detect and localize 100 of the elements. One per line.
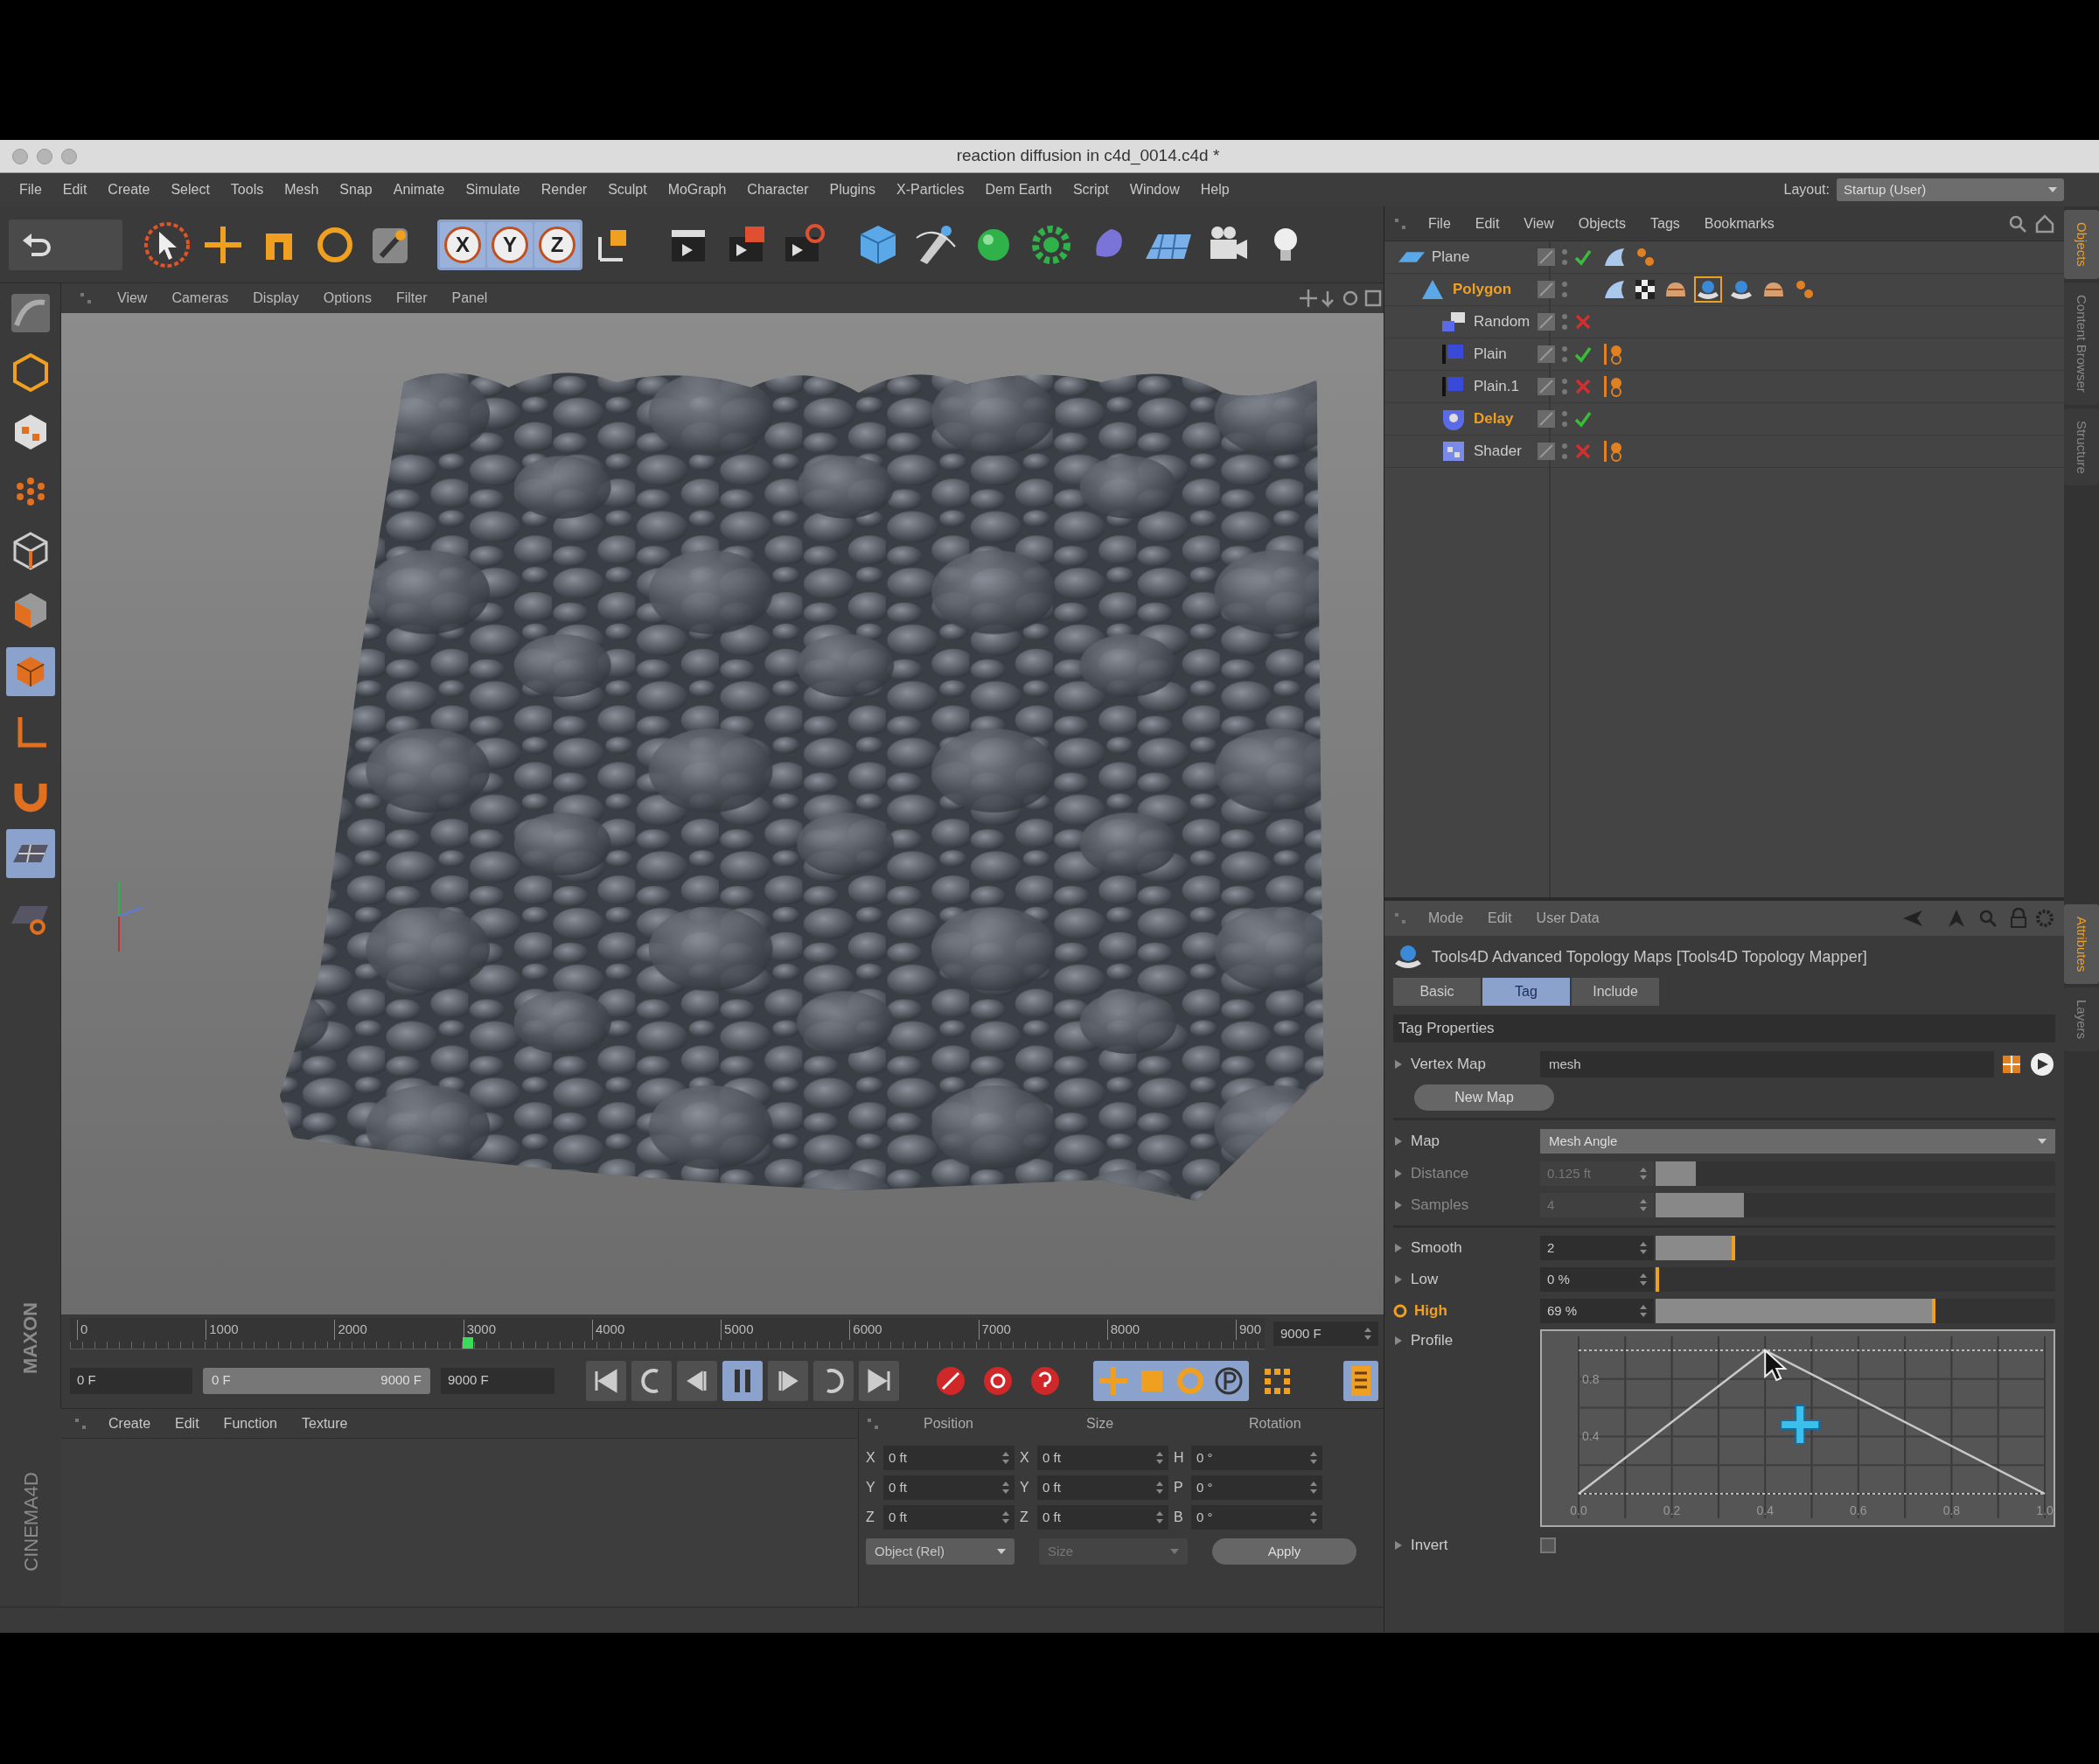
menu-item[interactable]: Tags — [1638, 213, 1692, 234]
expand-arrow-icon[interactable] — [1393, 1199, 1404, 1211]
menu-item[interactable]: Simulate — [455, 179, 531, 200]
preview-range-field[interactable]: 0 F 9000 F — [203, 1367, 430, 1394]
axis-lock-button[interactable]: Y — [487, 221, 533, 268]
menu-item[interactable]: Options — [310, 288, 384, 309]
menu-item[interactable]: Mode — [1416, 908, 1476, 929]
expand-arrow-icon[interactable] — [1393, 1135, 1404, 1147]
layer-checkbox-icon[interactable] — [1537, 248, 1556, 267]
slider-track[interactable] — [1656, 1267, 2055, 1292]
check-icon[interactable] — [1573, 248, 1593, 267]
menu-item[interactable]: Edit — [52, 179, 98, 200]
go-to-start-icon[interactable] — [586, 1360, 626, 1401]
menu-item[interactable]: Dem Earth — [974, 179, 1063, 200]
number-field[interactable]: 0 % — [1540, 1267, 1654, 1292]
max-frame-field[interactable]: 9000 F — [441, 1367, 554, 1394]
layer-checkbox-icon[interactable] — [1537, 345, 1556, 364]
menu-item[interactable]: Script — [1062, 179, 1119, 200]
go-to-end-icon[interactable] — [859, 1360, 899, 1401]
coordinate-field[interactable]: 0 ft — [883, 1505, 1015, 1530]
side-tab[interactable]: Objects — [2064, 210, 2099, 279]
viewport[interactable] — [61, 313, 1384, 1314]
invert-checkbox[interactable] — [1540, 1537, 1556, 1553]
attribute-tab[interactable]: Basic — [1393, 978, 1481, 1006]
menu-item[interactable]: MoGraph — [657, 179, 737, 200]
profile-curve[interactable] — [1578, 1349, 2046, 1496]
layer-checkbox-icon[interactable] — [1537, 442, 1556, 461]
search-icon[interactable] — [2008, 213, 2027, 234]
keyframe-icon[interactable] — [1393, 1304, 1407, 1318]
side-tab[interactable]: Attributes — [2064, 904, 2099, 985]
menu-item[interactable]: Texture — [289, 1412, 360, 1434]
step-back-icon[interactable] — [677, 1360, 717, 1401]
menu-item[interactable]: Bookmarks — [1691, 213, 1787, 234]
menu-item[interactable]: Render — [530, 179, 598, 200]
visibility-dots-icon[interactable] — [1561, 344, 1568, 365]
visibility-dots-icon[interactable] — [1561, 376, 1568, 397]
number-field[interactable]: 69 % — [1540, 1299, 1654, 1323]
vertex-map-field[interactable]: mesh — [1540, 1051, 1994, 1077]
visibility-dots-icon[interactable] — [1561, 441, 1568, 462]
timeline-ruler[interactable]: 0 1000 2000 3000 4000 5000 6000 7000 8000 900 — [70, 1318, 1265, 1349]
apply-button[interactable]: Apply — [1212, 1538, 1356, 1565]
coordinate-field[interactable]: 0 ft — [1037, 1446, 1168, 1470]
menu-item[interactable]: Create — [97, 179, 161, 200]
expand-arrow-icon[interactable] — [1393, 1273, 1404, 1286]
menu-item[interactable]: Snap — [329, 179, 383, 200]
layer-checkbox-icon[interactable] — [1537, 280, 1556, 299]
menu-item[interactable]: Select — [160, 179, 220, 200]
menu-item[interactable]: Objects — [1566, 213, 1638, 234]
object-mode-button[interactable] — [5, 647, 55, 696]
menu-item[interactable]: File — [9, 179, 52, 200]
slider-track[interactable] — [1656, 1299, 2055, 1323]
menu-item[interactable]: View — [1511, 213, 1566, 234]
expand-arrow-icon[interactable] — [1393, 1058, 1404, 1070]
visibility-dots-icon[interactable] — [1561, 279, 1568, 300]
menu-item[interactable]: Edit — [163, 1412, 212, 1434]
menu-item[interactable]: Edit — [1462, 213, 1512, 234]
menu-item[interactable]: Plugins — [819, 179, 887, 200]
coordinate-field[interactable]: 0 ft — [883, 1446, 1015, 1470]
coordinate-field[interactable]: 0 ° — [1191, 1446, 1322, 1470]
new-map-button[interactable]: New Map — [1414, 1084, 1554, 1111]
menu-item[interactable]: User Data — [1524, 908, 1612, 929]
playhead[interactable] — [463, 1337, 474, 1349]
checker-tag-icon[interactable] — [1633, 277, 1657, 302]
menu-item[interactable]: Cameras — [159, 288, 241, 309]
check-icon[interactable] — [1573, 345, 1593, 364]
visibility-dots-icon[interactable] — [1561, 247, 1568, 268]
pause-button[interactable] — [722, 1360, 763, 1401]
layer-checkbox-icon[interactable] — [1537, 312, 1556, 331]
coordinate-field[interactable]: 0 ft — [1037, 1475, 1168, 1500]
attribute-tab[interactable]: Include — [1572, 978, 1659, 1006]
menu-item[interactable]: Animate — [382, 179, 456, 200]
menu-item[interactable]: Create — [96, 1412, 164, 1434]
object-name[interactable]: Plain — [1474, 343, 1507, 366]
map-dropdown[interactable]: Mesh Angle — [1540, 1129, 2055, 1154]
menu-item[interactable]: File — [1416, 213, 1463, 234]
menu-item[interactable]: Panel — [439, 288, 500, 309]
object-name[interactable]: Plain.1 — [1474, 375, 1519, 398]
object-name[interactable]: Random — [1474, 310, 1531, 333]
menu-item[interactable]: Display — [241, 288, 311, 309]
slider-track[interactable] — [1656, 1161, 2055, 1186]
object-name[interactable]: Delay — [1474, 408, 1514, 430]
layer-checkbox-icon[interactable] — [1537, 377, 1556, 396]
menu-item[interactable]: View — [105, 288, 160, 309]
object-name[interactable]: Polygon — [1453, 278, 1512, 301]
menu-item[interactable]: X-Particles — [886, 179, 975, 200]
slider-track[interactable] — [1656, 1193, 2055, 1217]
home-icon[interactable] — [2034, 213, 2055, 234]
layer-checkbox-icon[interactable] — [1537, 409, 1556, 429]
previous-key-icon[interactable] — [631, 1360, 672, 1401]
object-name[interactable]: Plane — [1432, 246, 1470, 268]
expand-arrow-icon[interactable] — [1393, 1539, 1404, 1551]
key-tracks-toolbar[interactable] — [1093, 1360, 1249, 1401]
menu-item[interactable]: Function — [211, 1412, 289, 1434]
workplane-button[interactable] — [5, 829, 55, 878]
coordinate-mode-dropdown[interactable]: Object (Rel) — [866, 1538, 1015, 1565]
menu-item[interactable]: Character — [736, 179, 819, 200]
visibility-dots-icon[interactable] — [1561, 408, 1568, 429]
attribute-tab[interactable]: Tag — [1482, 978, 1570, 1006]
object-name[interactable]: Shader — [1474, 440, 1522, 463]
undo-button[interactable] — [9, 219, 122, 270]
